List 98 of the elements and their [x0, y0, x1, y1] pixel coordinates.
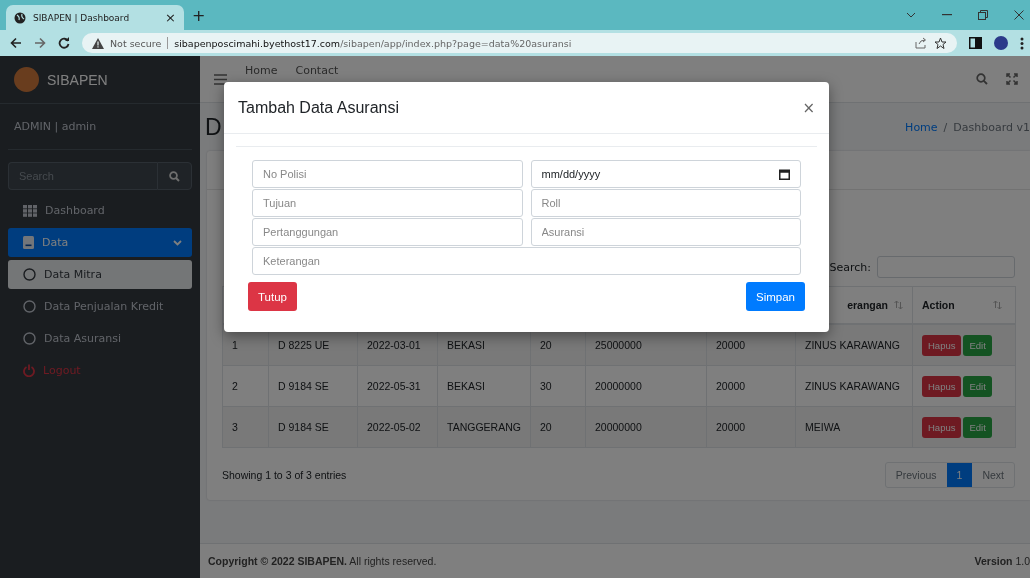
sidebar-subitem[interactable]: Data Asuransi [8, 324, 192, 353]
power-icon [23, 364, 35, 377]
circle-icon [23, 332, 36, 345]
input-field[interactable]: Asuransi [530, 218, 801, 246]
back-icon[interactable] [10, 37, 22, 49]
logo-icon [14, 67, 39, 92]
entries-info: Showing 1 to 3 of 3 entries [222, 469, 347, 481]
menu-icon[interactable] [214, 73, 227, 85]
edit-button[interactable]: Edit [963, 416, 992, 438]
date-field[interactable]: mm/dd/yyyy [530, 160, 801, 188]
table-cell: D 9184 SE [278, 380, 329, 392]
share-icon[interactable] [915, 37, 928, 49]
input-field[interactable]: Roll [530, 189, 801, 217]
table-cell: 20000 [716, 339, 746, 351]
book-icon [23, 236, 34, 249]
column-header[interactable]: Action [922, 299, 955, 311]
breadcrumb-link[interactable]: Home [905, 120, 938, 134]
pagination-button[interactable]: 1 [946, 463, 973, 487]
search-button[interactable] [157, 162, 192, 190]
table-cell: 20000 [716, 421, 746, 433]
close-button[interactable]: × [802, 98, 815, 117]
delete-button[interactable]: Hapus [922, 334, 962, 356]
table-cell: 2 [232, 380, 238, 392]
side-panel-icon[interactable] [969, 37, 982, 49]
close-tab-button[interactable]: × [165, 10, 176, 25]
table-cell: D 9184 SE [278, 421, 329, 433]
security-label: Not secure [110, 37, 162, 49]
edit-button[interactable]: Edit [963, 375, 992, 397]
input-field[interactable]: Keterangan [252, 247, 801, 275]
close-modal-button[interactable]: Tutup [248, 282, 297, 311]
sidebar-item[interactable]: Dashboard [8, 196, 192, 225]
sidebar-subitem[interactable]: Data Penjualan Kredit [8, 292, 192, 321]
reload-icon[interactable] [58, 37, 70, 49]
address-bar[interactable]: Not secure sibapenposcimahi.byethost17.com/sibapen/app/index.php?page=data%20asuransi [82, 33, 957, 53]
search-label: Search: [829, 260, 871, 274]
page-title: D [205, 113, 222, 141]
table-cell: 2022-03-01 [367, 339, 421, 351]
nav-link[interactable]: Contact [295, 64, 339, 77]
chevron-down-icon[interactable] [906, 12, 916, 18]
table-cell: ZINUS KARAWANG [805, 380, 900, 392]
user-name[interactable]: ADMIN | admin [8, 104, 192, 150]
table-cell: 20000000 [595, 421, 642, 433]
nav-link[interactable]: Home [245, 64, 278, 77]
version-text: Version 1.0 [974, 555, 1030, 567]
table-cell: 25000000 [595, 339, 642, 351]
table-cell: 1 [232, 339, 238, 351]
breadcrumb-current: Dashboard v1 [953, 120, 1030, 134]
input-field[interactable]: Pertanggungan [252, 218, 523, 246]
table-cell: 3 [232, 421, 238, 433]
grid-icon [23, 204, 37, 217]
url-text: sibapenposcimahi.byethost17.com/sibapen/app/index.php?page=data%20asuransi [174, 37, 572, 49]
restore-icon[interactable] [978, 10, 988, 20]
more-menu-icon[interactable] [1020, 36, 1024, 50]
breadcrumb-separator: / [943, 120, 948, 134]
sidebar-item[interactable]: Data [8, 228, 192, 257]
table-cell: 20 [540, 339, 552, 351]
brand-name[interactable]: SIBAPEN [47, 71, 108, 88]
table-cell: 2022-05-31 [367, 380, 421, 392]
pagination-button[interactable]: Next [972, 463, 1014, 487]
fullscreen-icon[interactable] [1006, 73, 1018, 85]
sidebar-subitem[interactable]: Data Mitra [8, 260, 192, 289]
input-field[interactable]: Tujuan [252, 189, 523, 217]
star-icon[interactable] [934, 36, 947, 50]
table-cell: MEIWA [805, 421, 841, 433]
delete-button[interactable]: Hapus [922, 416, 962, 438]
table-cell: 30 [540, 380, 552, 392]
minimize-icon[interactable] [942, 14, 952, 16]
globe-icon [14, 11, 26, 24]
input-field[interactable]: No Polisi [252, 160, 523, 188]
browser-tab[interactable]: SIBAPEN | Dashboard × [6, 5, 184, 30]
table-cell: D 8225 UE [278, 339, 330, 351]
profile-avatar[interactable] [994, 36, 1008, 50]
table-cell: 20000000 [595, 380, 642, 392]
delete-button[interactable]: Hapus [922, 375, 962, 397]
table-cell: BEKASI [447, 339, 485, 351]
table-cell: TANGGERANG [447, 421, 521, 433]
tab-title: SIBAPEN | Dashboard [33, 12, 131, 23]
circle-icon [23, 300, 36, 313]
new-tab-button[interactable]: + [192, 5, 206, 25]
table-cell: ZINUS KARAWANG [805, 339, 900, 351]
modal-title: Tambah Data Asuransi [238, 98, 399, 117]
pagination-button[interactable]: Previous [885, 463, 947, 487]
close-icon[interactable] [1014, 10, 1024, 20]
search-icon[interactable] [976, 73, 988, 85]
table-cell: 20 [540, 421, 552, 433]
table-cell: 2022-05-02 [367, 421, 421, 433]
edit-button[interactable]: Edit [963, 334, 992, 356]
warning-icon [92, 37, 104, 49]
calendar-icon[interactable] [779, 168, 790, 180]
circle-icon [23, 268, 36, 281]
copyright-text: Copyright © 2022 SIBAPEN. All rights reserved. [208, 555, 437, 567]
save-button[interactable]: Simpan [746, 282, 805, 311]
table-search-field[interactable] [877, 256, 1015, 278]
forward-icon[interactable] [34, 37, 46, 49]
table-cell: BEKASI [447, 380, 485, 392]
search-icon [169, 170, 180, 182]
table-cell: 20000 [716, 380, 746, 392]
column-header[interactable]: erangan [847, 299, 888, 311]
